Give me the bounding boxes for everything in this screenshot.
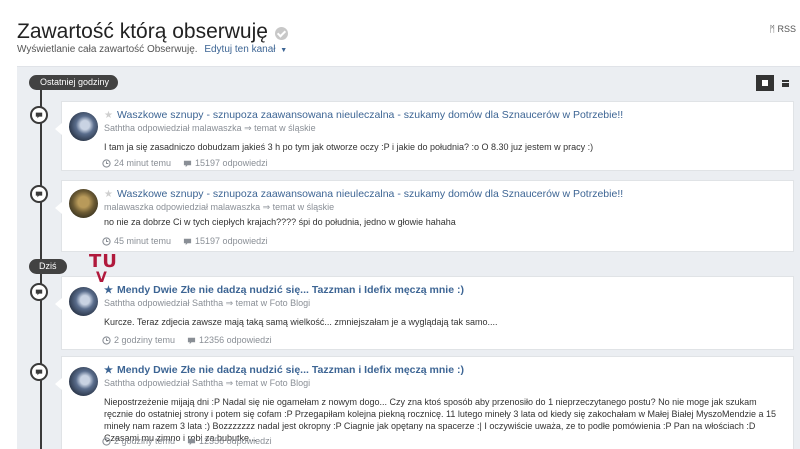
item-stats: 2 godziny temu 12356 odpowiedzi	[102, 436, 272, 446]
star-icon: ★	[104, 284, 113, 296]
comment-bubble-icon	[30, 363, 48, 381]
replies-text: 15197 odpowiedzi	[195, 158, 268, 168]
avatar[interactable]	[69, 112, 98, 141]
item-title-text: Waszkowe sznupy - sznupoza zaawansowana …	[116, 188, 624, 200]
replies-stat: 15197 odpowiedzi	[183, 158, 268, 168]
item-meta: Saththa odpowiedział Saththa ⇒ temat w F…	[104, 378, 311, 388]
comment-icon	[187, 438, 196, 445]
condensed-view-button[interactable]	[776, 75, 794, 91]
check-icon	[274, 27, 288, 40]
time-text[interactable]: 45 minut temu	[114, 236, 171, 246]
stream-item: ★ Waszkowe sznupy - sznupoza zaawansowan…	[30, 101, 794, 171]
time-text[interactable]: 24 minut temu	[114, 158, 171, 168]
star-icon: ★	[104, 364, 113, 376]
item-meta: Saththa odpowiedział malawaszka ⇒ temat …	[104, 123, 316, 133]
replies-stat: 12356 odpowiedzi	[187, 436, 272, 446]
comment-bubble-icon	[30, 185, 48, 203]
star-icon: ★	[104, 109, 113, 121]
page-title: Zawartość którą obserwuję	[17, 20, 288, 44]
rss-icon: ᛗ	[769, 24, 775, 34]
subtitle-text: Wyświetlanie cała zawartość Obserwuję.	[17, 44, 198, 55]
item-stats: 24 minut temu 15197 odpowiedzi	[102, 158, 268, 168]
item-title-text: Mendy Dwie Złe nie dadzą nudzić się... T…	[116, 364, 464, 376]
stream-item: ★ Mendy Dwie Złe nie dadzą nudzić się...…	[30, 276, 794, 350]
annotation-arrow: V	[96, 270, 107, 286]
activity-stream: Ostatniej godziny ★ Waszkowe sznupy - sz…	[17, 66, 800, 449]
page-title-text: Zawartość którą obserwuję	[17, 20, 268, 43]
item-title-link[interactable]: ★ Mendy Dwie Złe nie dadzą nudzić się...…	[104, 364, 464, 376]
replies-text: 12356 odpowiedzi	[199, 335, 272, 345]
item-meta: Saththa odpowiedział Saththa ⇒ temat w F…	[104, 298, 311, 308]
replies-text: 12356 odpowiedzi	[199, 436, 272, 446]
item-title-link[interactable]: ★ Waszkowe sznupy - sznupoza zaawansowan…	[104, 188, 623, 200]
item-title-link[interactable]: ★ Mendy Dwie Złe nie dadzą nudzić się...…	[104, 284, 464, 296]
item-stats: 45 minut temu 15197 odpowiedzi	[102, 236, 268, 246]
square-icon	[762, 80, 768, 86]
expanded-view-button[interactable]	[756, 75, 774, 91]
comment-icon	[187, 337, 196, 344]
replies-stat: 15197 odpowiedzi	[183, 236, 268, 246]
list-icon	[781, 79, 789, 87]
view-toggle	[756, 75, 794, 91]
time-stat: 45 minut temu	[102, 236, 171, 246]
comment-bubble-icon	[30, 106, 48, 124]
stream-item: ★ Mendy Dwie Złe nie dadzą nudzić się...…	[30, 356, 794, 449]
star-icon: ★	[104, 188, 113, 200]
item-snippet: Kurcze. Teraz zdjecia zawsze mają taką s…	[104, 317, 498, 327]
time-text[interactable]: 2 godziny temu	[114, 436, 175, 446]
time-text[interactable]: 2 godziny temu	[114, 335, 175, 345]
time-stat: 24 minut temu	[102, 158, 171, 168]
page-subtitle: Wyświetlanie cała zawartość Obserwuję. E…	[17, 44, 287, 55]
item-title-text: Waszkowe sznupy - sznupoza zaawansowana …	[116, 109, 624, 121]
clock-icon	[102, 335, 111, 345]
item-meta: malawaszka odpowiedział malawaszka ⇒ tem…	[104, 202, 335, 212]
replies-text: 15197 odpowiedzi	[195, 236, 268, 246]
avatar[interactable]	[69, 189, 98, 218]
comment-icon	[183, 160, 192, 167]
avatar[interactable]	[69, 367, 98, 396]
clock-icon	[102, 236, 111, 246]
section-label-today: Dziś	[29, 259, 67, 274]
rss-label: RSS	[777, 24, 796, 34]
item-snippet: I tam ja się zasadniczo dobudzam jakieś …	[104, 142, 594, 152]
time-stat: 2 godziny temu	[102, 436, 175, 446]
item-title-text: Mendy Dwie Złe nie dadzą nudzić się... T…	[116, 284, 464, 296]
clock-icon	[102, 436, 111, 446]
item-snippet: no nie za dobrze Ci w tych ciepłych kraj…	[104, 217, 456, 227]
edit-feed-link[interactable]: Edytuj ten kanał	[204, 44, 275, 55]
time-stat: 2 godziny temu	[102, 335, 175, 345]
replies-stat: 12356 odpowiedzi	[187, 335, 272, 345]
item-stats: 2 godziny temu 12356 odpowiedzi	[102, 335, 272, 345]
comment-icon	[183, 238, 192, 245]
avatar[interactable]	[69, 287, 98, 316]
clock-icon	[102, 158, 111, 168]
item-title-link[interactable]: ★ Waszkowe sznupy - sznupoza zaawansowan…	[104, 109, 623, 121]
section-label-recent: Ostatniej godziny	[29, 75, 119, 90]
stream-item: ★ Waszkowe sznupy - sznupoza zaawansowan…	[30, 180, 794, 252]
rss-link[interactable]: ᛗ RSS	[770, 24, 796, 34]
comment-bubble-icon	[30, 283, 48, 301]
annotation-tu: TU	[89, 251, 118, 272]
caret-down-icon[interactable]: ▼	[280, 47, 287, 54]
